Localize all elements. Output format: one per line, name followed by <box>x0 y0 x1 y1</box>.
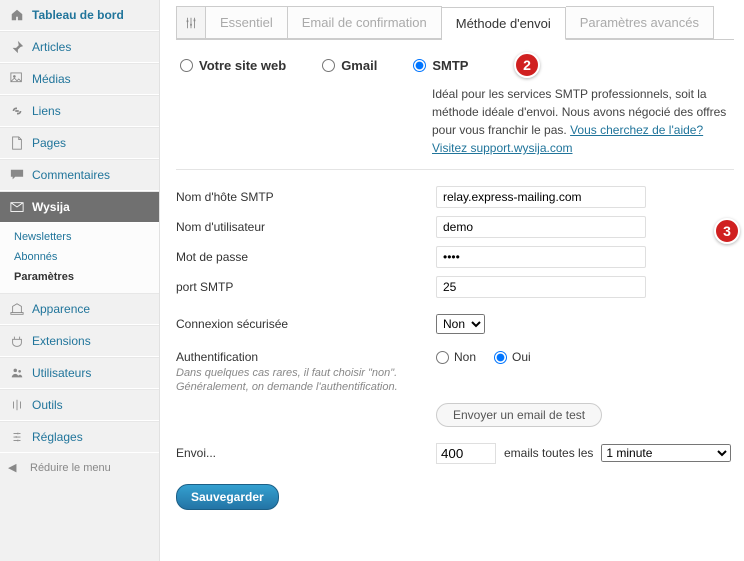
link-icon <box>8 103 26 119</box>
send-count-input[interactable] <box>436 443 496 464</box>
menu-medias[interactable]: Médias <box>0 63 159 95</box>
appearance-icon <box>8 301 26 317</box>
host-input[interactable] <box>436 186 646 208</box>
collapse-menu[interactable]: ◀Réduire le menu <box>0 453 159 482</box>
menu-commentaires[interactable]: Commentaires <box>0 159 159 191</box>
auth-no-radio[interactable] <box>436 351 449 364</box>
tab-parametres-avances[interactable]: Paramètres avancés <box>566 6 714 39</box>
auth-label: AuthentificationDans quelques cas rares,… <box>176 350 436 395</box>
submenu-newsletters[interactable]: Newsletters <box>0 227 159 247</box>
test-email-button[interactable]: Envoyer un email de test <box>436 403 602 427</box>
method-smtp[interactable]: SMTP <box>413 58 468 73</box>
method-description: Idéal pour les services SMTP professionn… <box>432 85 734 157</box>
collapse-icon: ◀ <box>8 461 26 474</box>
settings-icon <box>8 429 26 445</box>
main-content: Essentiel Email de confirmation Méthode … <box>160 0 744 561</box>
menu-articles[interactable]: Articles <box>0 31 159 63</box>
user-label: Nom d'utilisateur <box>176 220 436 234</box>
port-input[interactable] <box>436 276 646 298</box>
menu-wysija[interactable]: Wysija <box>0 191 159 223</box>
menu-extensions[interactable]: Extensions <box>0 325 159 357</box>
menu-reglages[interactable]: Réglages <box>0 421 159 453</box>
auth-hint: Dans quelques cas rares, il faut choisir… <box>176 366 436 395</box>
method-gmail-radio[interactable] <box>322 59 335 72</box>
method-smtp-radio[interactable] <box>413 59 426 72</box>
menu-utilisateurs[interactable]: Utilisateurs <box>0 357 159 389</box>
method-web[interactable]: Votre site web <box>180 58 286 73</box>
tab-sliders-icon[interactable] <box>176 6 206 39</box>
tab-email-confirmation[interactable]: Email de confirmation <box>288 6 442 39</box>
secure-label: Connexion sécurisée <box>176 317 436 331</box>
method-gmail[interactable]: Gmail <box>322 58 377 73</box>
pass-input[interactable] <box>436 246 646 268</box>
host-label: Nom d'hôte SMTP <box>176 190 436 204</box>
comment-icon <box>8 167 26 183</box>
menu-dashboard[interactable]: Tableau de bord <box>0 0 159 31</box>
menu-pages[interactable]: Pages <box>0 127 159 159</box>
send-label: Envoi... <box>176 446 436 460</box>
admin-sidebar: Tableau de bord Articles Médias Liens Pa… <box>0 0 160 561</box>
auth-yes-radio[interactable] <box>494 351 507 364</box>
pin-icon <box>8 39 26 55</box>
media-icon <box>8 71 26 87</box>
menu-apparence[interactable]: Apparence <box>0 293 159 325</box>
submenu-wysija: Newsletters Abonnés Paramètres <box>0 223 159 293</box>
send-interval-select[interactable]: 1 minute <box>601 444 731 462</box>
tab-methode-envoi[interactable]: Méthode d'envoi <box>442 7 566 40</box>
secure-select[interactable]: Non <box>436 314 485 334</box>
auth-yes-option[interactable]: Oui <box>494 350 531 364</box>
tab-essentiel[interactable]: Essentiel <box>206 6 288 39</box>
home-icon <box>8 7 26 23</box>
menu-liens[interactable]: Liens <box>0 95 159 127</box>
port-label: port SMTP <box>176 280 436 294</box>
submenu-abonnes[interactable]: Abonnés <box>0 247 159 267</box>
auth-radio-group: Non Oui <box>436 350 531 364</box>
tabs-row: Essentiel Email de confirmation Méthode … <box>176 6 734 40</box>
badge-3: 3 <box>714 218 740 244</box>
save-button[interactable]: Sauvegarder <box>176 484 279 510</box>
tools-icon <box>8 397 26 413</box>
plugin-icon <box>8 333 26 349</box>
mail-icon <box>8 199 26 215</box>
send-mid-text: emails toutes les <box>504 446 593 460</box>
user-input[interactable] <box>436 216 646 238</box>
menu-outils[interactable]: Outils <box>0 389 159 421</box>
page-icon <box>8 135 26 151</box>
users-icon <box>8 365 26 381</box>
badge-2: 2 <box>514 52 540 78</box>
pass-label: Mot de passe <box>176 250 436 264</box>
separator <box>176 169 734 170</box>
method-web-radio[interactable] <box>180 59 193 72</box>
submenu-parametres[interactable]: Paramètres <box>0 267 159 287</box>
method-choice-row: Votre site web Gmail SMTP <box>176 40 734 85</box>
auth-no-option[interactable]: Non <box>436 350 476 364</box>
